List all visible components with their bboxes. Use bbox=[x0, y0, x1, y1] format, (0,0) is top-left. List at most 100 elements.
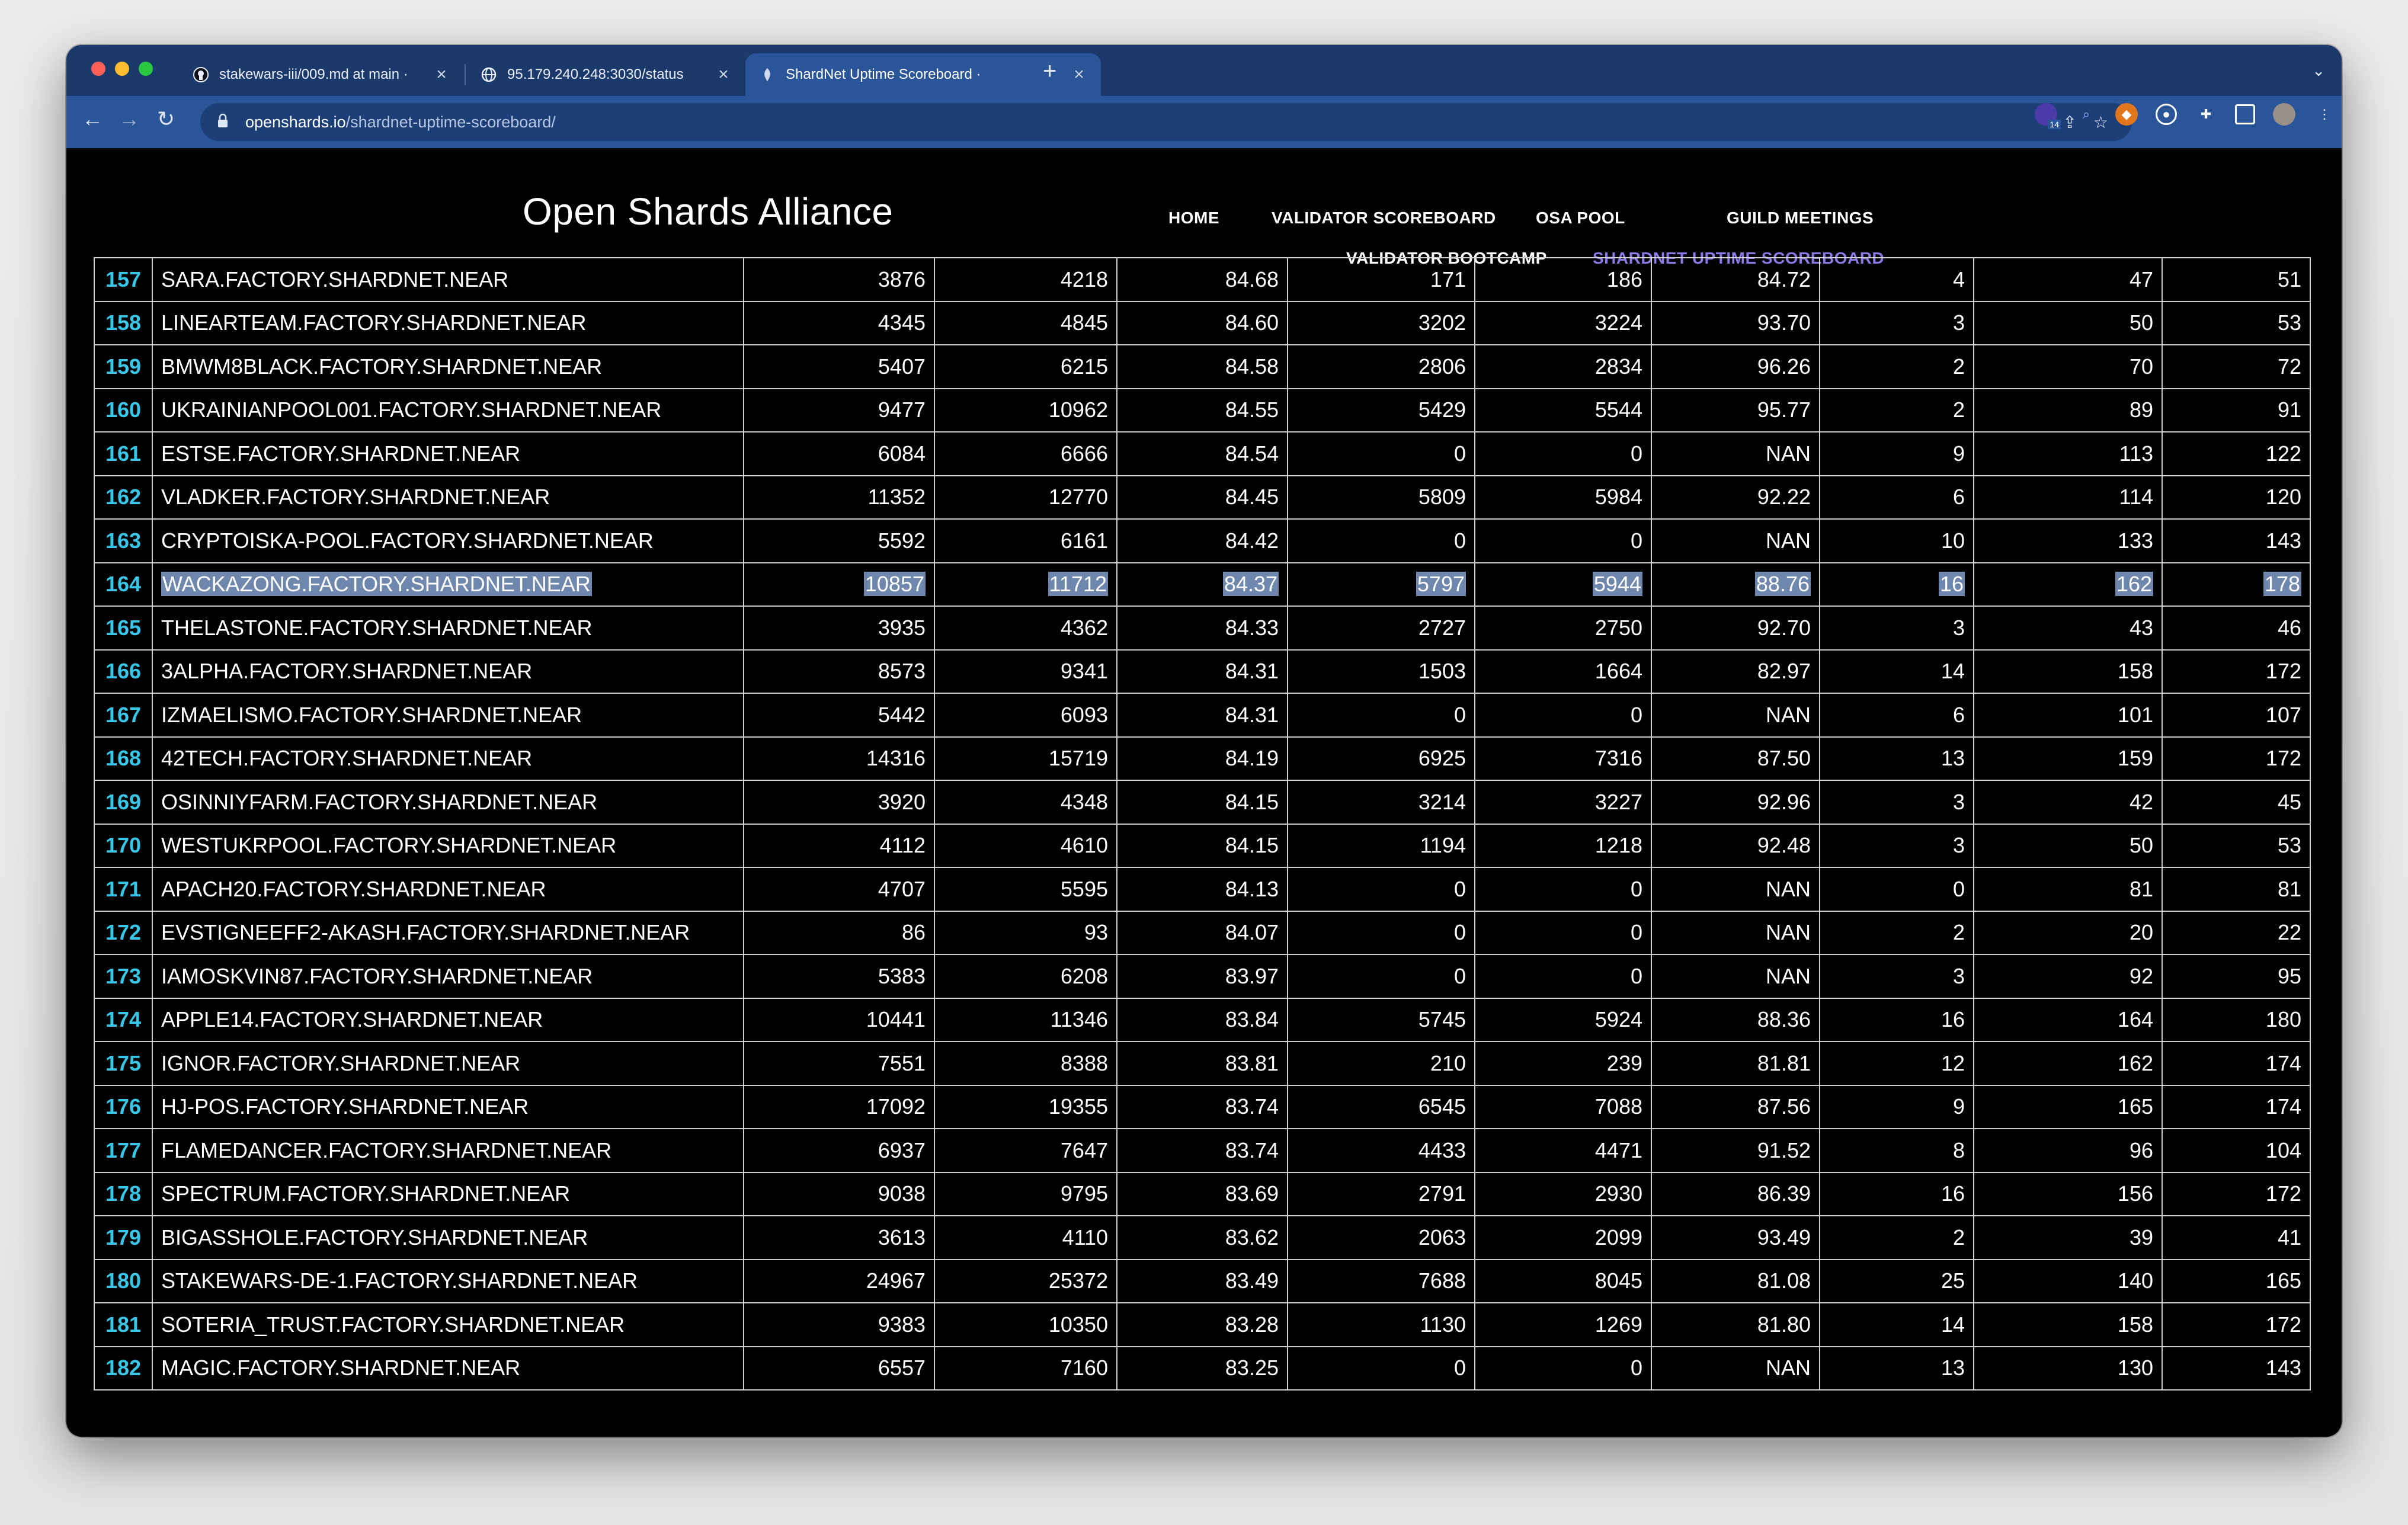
value-cell: 3 bbox=[1819, 780, 1974, 825]
value-cell: 2 bbox=[1819, 387, 1974, 432]
cell-text: 6666 bbox=[1060, 441, 1108, 466]
value-cell: 7160 bbox=[934, 1345, 1117, 1391]
value-cell: 165 bbox=[1973, 1084, 2163, 1129]
cell-text: 88.76 bbox=[1754, 572, 1811, 597]
value-cell: 2727 bbox=[1287, 605, 1475, 651]
value-cell: 7316 bbox=[1474, 736, 1652, 781]
value-cell: 10441 bbox=[743, 997, 935, 1042]
value-cell: 6 bbox=[1819, 693, 1974, 738]
page-content: Open Shards Alliance HOME VALIDATOR SCOR… bbox=[66, 148, 2342, 1437]
table-row: 162 VLADKER.FACTORY.SHARDNET.NEAR 11352 127… bbox=[94, 475, 2311, 520]
tab-github[interactable]: stakewars-iii/009.md at main · × bbox=[179, 53, 463, 96]
nav-home[interactable]: HOME bbox=[1168, 209, 1219, 228]
value-cell: 81 bbox=[1973, 867, 2163, 912]
cell-text: 120 bbox=[2265, 485, 2301, 510]
rank-cell: 161 bbox=[94, 431, 153, 476]
cell-text: 174 bbox=[2265, 1094, 2301, 1119]
value-cell: 14 bbox=[1819, 649, 1974, 694]
extension-badge-icon[interactable]: 14 bbox=[2035, 103, 2061, 129]
value-cell: 1218 bbox=[1474, 823, 1652, 868]
table-row: 158 LINEARTEAM.FACTORY.SHARDNET.NEAR 4345 4… bbox=[94, 300, 2311, 345]
cell-text: 178 bbox=[105, 1181, 142, 1206]
reload-icon[interactable]: ↻ bbox=[152, 107, 180, 132]
rank-cell: 179 bbox=[94, 1215, 153, 1260]
validator-name-cell: 42TECH.FACTORY.SHARDNET.NEAR bbox=[152, 736, 744, 781]
close-window-button[interactable] bbox=[91, 62, 105, 76]
cell-text: 3227 bbox=[1594, 789, 1642, 814]
cell-text: 113 bbox=[2119, 441, 2153, 466]
validator-name-cell: ESTSE.FACTORY.SHARDNET.NEAR bbox=[152, 431, 744, 476]
forward-arrow-icon[interactable]: → bbox=[115, 107, 143, 132]
nav-guild-meetings[interactable]: GUILD MEETINGS bbox=[1727, 209, 1874, 228]
profile-avatar[interactable] bbox=[2273, 103, 2295, 126]
new-tab-plus-icon[interactable]: + bbox=[1043, 58, 1056, 85]
cell-text: 165 bbox=[105, 615, 142, 640]
uptime-percent-cell: 83.97 bbox=[1116, 954, 1288, 999]
value-cell: 42 bbox=[1973, 780, 2163, 825]
table-row: 165 THELASTONE.FACTORY.SHARDNET.NEAR 3935 4… bbox=[94, 605, 2311, 651]
value-cell: 0 bbox=[1287, 910, 1475, 955]
value-cell: 114 bbox=[1973, 475, 2163, 520]
value-cell: 3227 bbox=[1474, 780, 1652, 825]
value-cell: 50 bbox=[1973, 300, 2163, 345]
url-path: /shardnet-uptime-scoreboard/ bbox=[345, 113, 556, 131]
cell-text: 70 bbox=[2129, 354, 2153, 379]
cell-text: 3202 bbox=[1418, 310, 1466, 335]
tab-search-chevron-icon[interactable]: ⌄ bbox=[2312, 62, 2325, 80]
cell-text: 3876 bbox=[878, 267, 926, 291]
nav-osa-pool[interactable]: OSA POOL bbox=[1536, 209, 1625, 228]
table-row: 160 UKRAINIANPOOL001.FACTORY.SHARDNET.NEA… bbox=[94, 387, 2311, 432]
validator-name-cell: UKRAINIANPOOL001.FACTORY.SHARDNET.NEAR bbox=[152, 387, 744, 432]
rank-cell: 182 bbox=[94, 1345, 153, 1391]
value-cell: 210 bbox=[1287, 1041, 1475, 1086]
cell-text: 6208 bbox=[1060, 963, 1108, 988]
value-cell: 172 bbox=[2162, 649, 2311, 694]
value-cell: 113 bbox=[1973, 431, 2163, 476]
tab-title: 95.179.240.248:3030/status bbox=[507, 66, 684, 82]
cell-text: 5592 bbox=[878, 528, 926, 553]
cell-text: OSINNIYFARM.FACTORY.SHARDNET.NEAR bbox=[161, 789, 598, 814]
value-cell: 7688 bbox=[1287, 1258, 1475, 1303]
sidebar-toggle-icon[interactable] bbox=[2235, 104, 2255, 124]
value-cell: 10 bbox=[1819, 518, 1974, 563]
minimize-window-button[interactable] bbox=[115, 62, 129, 76]
cell-text: 83.62 bbox=[1225, 1225, 1279, 1250]
value-cell: 4471 bbox=[1474, 1128, 1652, 1173]
cell-text: 166 bbox=[105, 659, 142, 684]
percent-cell: 92.96 bbox=[1651, 780, 1820, 825]
close-tab-icon[interactable]: × bbox=[1070, 65, 1088, 85]
value-cell: 3613 bbox=[743, 1215, 935, 1260]
password-manager-icon[interactable]: ● bbox=[2156, 104, 2177, 125]
cell-text: 84.31 bbox=[1225, 702, 1279, 727]
zoom-window-button[interactable] bbox=[139, 62, 153, 76]
cell-text: 10441 bbox=[866, 1007, 926, 1032]
metamask-fox-icon[interactable]: ◆ bbox=[2115, 103, 2138, 126]
cell-text: SOTERIA_TRUST.FACTORY.SHARDNET.NEAR bbox=[161, 1312, 625, 1337]
uptime-percent-cell: 84.68 bbox=[1116, 257, 1288, 302]
cell-text: 174 bbox=[2265, 1050, 2301, 1075]
value-cell: 107 bbox=[2162, 693, 2311, 738]
back-arrow-icon[interactable]: ← bbox=[78, 107, 107, 132]
search-extension-icon[interactable]: ⌕ bbox=[2075, 103, 2098, 126]
tab-status[interactable]: 95.179.240.248:3030/status × bbox=[467, 53, 745, 96]
close-tab-icon[interactable]: × bbox=[715, 65, 732, 85]
cell-text: 6557 bbox=[878, 1356, 926, 1380]
uptime-table-container: 157 SARA.FACTORY.SHARDNET.NEAR 3876 4218 84.… bbox=[94, 257, 2311, 1391]
nav-validator-scoreboard[interactable]: VALIDATOR SCOREBOARD bbox=[1272, 209, 1496, 228]
address-bar[interactable]: openshards.io/shardnet-uptime-scoreboard… bbox=[200, 103, 2132, 141]
value-cell: 101 bbox=[1973, 693, 2163, 738]
cell-text: 163 bbox=[105, 528, 142, 553]
close-tab-icon[interactable]: × bbox=[433, 65, 450, 85]
value-cell: 6093 bbox=[934, 693, 1117, 738]
percent-cell: 82.97 bbox=[1651, 649, 1820, 694]
kebab-menu-icon[interactable]: ⋮ bbox=[2313, 103, 2336, 126]
value-cell: 239 bbox=[1474, 1041, 1652, 1086]
value-cell: 164 bbox=[1973, 997, 2163, 1042]
rank-cell: 171 bbox=[94, 867, 153, 912]
uptime-table: 157 SARA.FACTORY.SHARDNET.NEAR 3876 4218 84.… bbox=[94, 257, 2311, 1391]
cell-text: 83.49 bbox=[1225, 1268, 1279, 1293]
puzzle-extensions-icon[interactable]: ✚ bbox=[2195, 103, 2217, 126]
value-cell: 17092 bbox=[743, 1084, 935, 1129]
site-title[interactable]: Open Shards Alliance bbox=[523, 190, 894, 233]
cell-text: 96 bbox=[2129, 1138, 2153, 1162]
